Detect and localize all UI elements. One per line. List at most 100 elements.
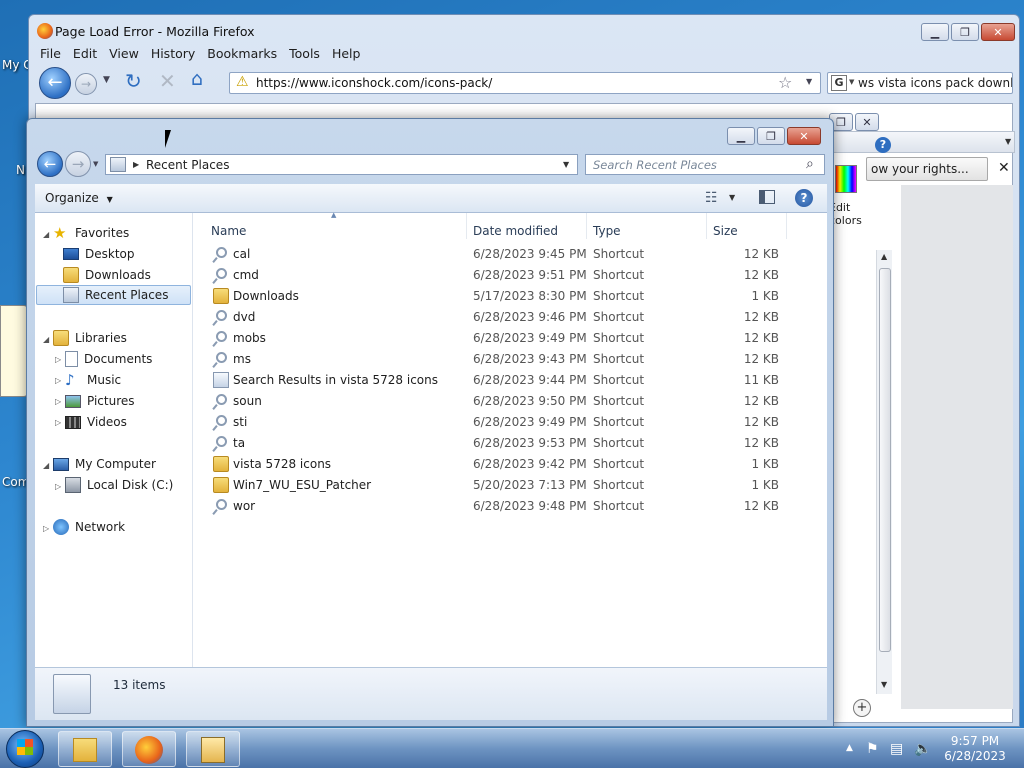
taskbar-explorer-button[interactable] [58, 731, 112, 767]
nav-downloads[interactable]: Downloads [63, 265, 151, 285]
explorer-address-bar[interactable]: ▶ Recent Places ▼ [105, 154, 578, 175]
nav-local-disk[interactable]: Local Disk (C:) [65, 475, 173, 495]
search-query-text[interactable]: ws vista icons pack downlo [858, 76, 1012, 90]
scroll-up-icon[interactable]: ▲ [881, 252, 887, 261]
videos-expand-icon[interactable]: ▷ [55, 418, 61, 427]
table-row[interactable]: vista 5728 icons 6/28/2023 9:42 PM Shortcu… [203, 454, 793, 475]
table-row[interactable]: Downloads 5/17/2023 8:30 PM Shortcut 1 KB [203, 286, 793, 307]
scroll-thumb[interactable] [879, 268, 891, 652]
menu-tools[interactable]: Tools [288, 46, 321, 61]
explorer-minimize-button[interactable]: ▁ [727, 127, 755, 145]
favorites-collapse-icon[interactable]: ◢ [43, 230, 49, 239]
table-row[interactable]: Win7_WU_ESU_Patcher 5/20/2023 7:13 PM Shor… [203, 475, 793, 496]
breadcrumb-recent-places[interactable]: Recent Places [146, 158, 229, 172]
view-dropdown-icon[interactable]: ▼ [729, 193, 735, 202]
add-tab-icon[interactable]: + [853, 699, 871, 717]
table-row[interactable]: Search Results in vista 5728 icons 6/28/2… [203, 370, 793, 391]
table-row[interactable]: cal 6/28/2023 9:45 PM Shortcut 12 KB [203, 244, 793, 265]
engine-dropdown-icon[interactable]: ▼ [849, 78, 854, 86]
documents-expand-icon[interactable]: ▷ [55, 355, 61, 364]
libraries-collapse-icon[interactable]: ◢ [43, 335, 49, 344]
table-row[interactable]: ta 6/28/2023 9:53 PM Shortcut 12 KB [203, 433, 793, 454]
nav-documents[interactable]: Documents [65, 349, 152, 369]
network-tray-icon[interactable]: ▤ [890, 741, 903, 757]
explorer-help-icon[interactable]: ? [795, 189, 813, 207]
history-dropdown-icon[interactable]: ▼ [103, 75, 110, 85]
firefox-minimize-button[interactable]: ▁ [921, 23, 949, 41]
table-row[interactable]: wor 6/28/2023 9:48 PM Shortcut 12 KB [203, 496, 793, 517]
desktop-label-network[interactable]: N [16, 163, 25, 177]
column-header-date[interactable]: Date modified [467, 213, 587, 239]
stop-icon[interactable]: ✕ [159, 69, 176, 93]
know-your-rights-button[interactable]: ow your rights... [866, 157, 988, 181]
menu-view[interactable]: View [108, 46, 140, 61]
menu-file[interactable]: File [39, 46, 62, 61]
nav-recent-places[interactable]: Recent Places [36, 285, 191, 305]
taskbar-paint-button[interactable] [186, 731, 240, 767]
notepad-window-edge[interactable] [0, 305, 28, 397]
explorer-close-button[interactable]: ✕ [787, 127, 821, 145]
table-row[interactable]: dvd 6/28/2023 9:46 PM Shortcut 12 KB [203, 307, 793, 328]
table-row[interactable]: mobs 6/28/2023 9:49 PM Shortcut 12 KB [203, 328, 793, 349]
url-text[interactable]: https://www.iconshock.com/icons-pack/ [256, 76, 492, 90]
explorer-forward-button[interactable]: → [65, 151, 91, 177]
search-icon[interactable]: ⌕ [806, 156, 814, 172]
preview-pane-icon[interactable] [759, 190, 775, 204]
table-row[interactable]: sti 6/28/2023 9:49 PM Shortcut 12 KB [203, 412, 793, 433]
menu-bookmarks[interactable]: Bookmarks [206, 46, 278, 61]
column-header-name[interactable]: Name [205, 213, 467, 239]
url-dropdown-icon[interactable]: ▼ [806, 77, 812, 86]
explorer-maximize-button[interactable]: ❐ [757, 127, 785, 145]
explorer-back-button[interactable]: ← [37, 151, 63, 177]
action-center-icon[interactable]: ⚑ [866, 741, 879, 757]
column-header-size[interactable]: Size [707, 213, 787, 239]
back-button[interactable]: ← [39, 67, 71, 99]
help-icon[interactable]: ? [875, 137, 891, 153]
url-bar[interactable]: ⚠ https://www.iconshock.com/icons-pack/ … [229, 72, 821, 94]
scroll-down-icon[interactable]: ▼ [881, 680, 887, 689]
pictures-expand-icon[interactable]: ▷ [55, 397, 61, 406]
dropdown-arrow-icon[interactable]: ▼ [1005, 137, 1011, 146]
nav-music[interactable]: ♪ Music [65, 370, 121, 390]
nav-desktop[interactable]: Desktop [63, 244, 135, 264]
show-hidden-icons-icon[interactable]: ▲ [846, 743, 853, 753]
taskbar-firefox-button[interactable] [122, 731, 176, 767]
explorer-history-dropdown-icon[interactable]: ▼ [93, 160, 98, 168]
explorer-search-box[interactable]: Search Recent Places ⌕ [585, 154, 825, 175]
nav-my-computer[interactable]: My Computer [53, 454, 156, 474]
reload-icon[interactable]: ↻ [125, 69, 142, 93]
table-row[interactable]: ms 6/28/2023 9:43 PM Shortcut 12 KB [203, 349, 793, 370]
page-vertical-scrollbar[interactable]: ▲ ▼ [876, 250, 892, 694]
network-expand-icon[interactable]: ▷ [43, 524, 49, 533]
music-expand-icon[interactable]: ▷ [55, 376, 61, 385]
nav-favorites[interactable]: ★ Favorites [53, 223, 129, 243]
nav-libraries[interactable]: Libraries [53, 328, 127, 348]
search-bar[interactable]: G ▼ ws vista icons pack downlo [827, 72, 1013, 94]
table-row[interactable]: soun 6/28/2023 9:50 PM Shortcut 12 KB [203, 391, 793, 412]
organize-button[interactable]: Organize ▼ [45, 191, 113, 205]
address-dropdown-icon[interactable]: ▼ [563, 160, 569, 169]
firefox-close-button[interactable]: ✕ [981, 23, 1015, 41]
firefox-maximize-button[interactable]: ❐ [951, 23, 979, 41]
menu-help[interactable]: Help [331, 46, 362, 61]
breadcrumb-chevron-icon[interactable]: ▶ [133, 160, 139, 169]
nav-network[interactable]: Network [53, 517, 125, 537]
column-header-type[interactable]: Type [587, 213, 707, 239]
home-icon[interactable]: ⌂ [191, 68, 203, 90]
page-dialog-close-button[interactable]: ✕ [855, 113, 879, 131]
menu-history[interactable]: History [150, 46, 196, 61]
bookmark-star-icon[interactable]: ☆ [778, 73, 792, 92]
volume-muted-icon[interactable]: 🔈 [914, 741, 931, 757]
nav-videos[interactable]: Videos [65, 412, 127, 432]
nav-pictures[interactable]: Pictures [65, 391, 135, 411]
localdisk-expand-icon[interactable]: ▷ [55, 482, 61, 491]
computer-collapse-icon[interactable]: ◢ [43, 461, 49, 470]
view-options-icon[interactable]: ☷ [705, 190, 718, 206]
menu-edit[interactable]: Edit [72, 46, 98, 61]
notification-close-icon[interactable]: ✕ [998, 160, 1010, 176]
forward-button[interactable]: → [75, 73, 97, 95]
table-row[interactable]: cmd 6/28/2023 9:51 PM Shortcut 12 KB [203, 265, 793, 286]
tray-clock[interactable]: 9:57 PM 6/28/2023 [940, 734, 1010, 764]
start-button[interactable] [6, 730, 44, 768]
google-search-engine-icon[interactable]: G [831, 75, 847, 91]
